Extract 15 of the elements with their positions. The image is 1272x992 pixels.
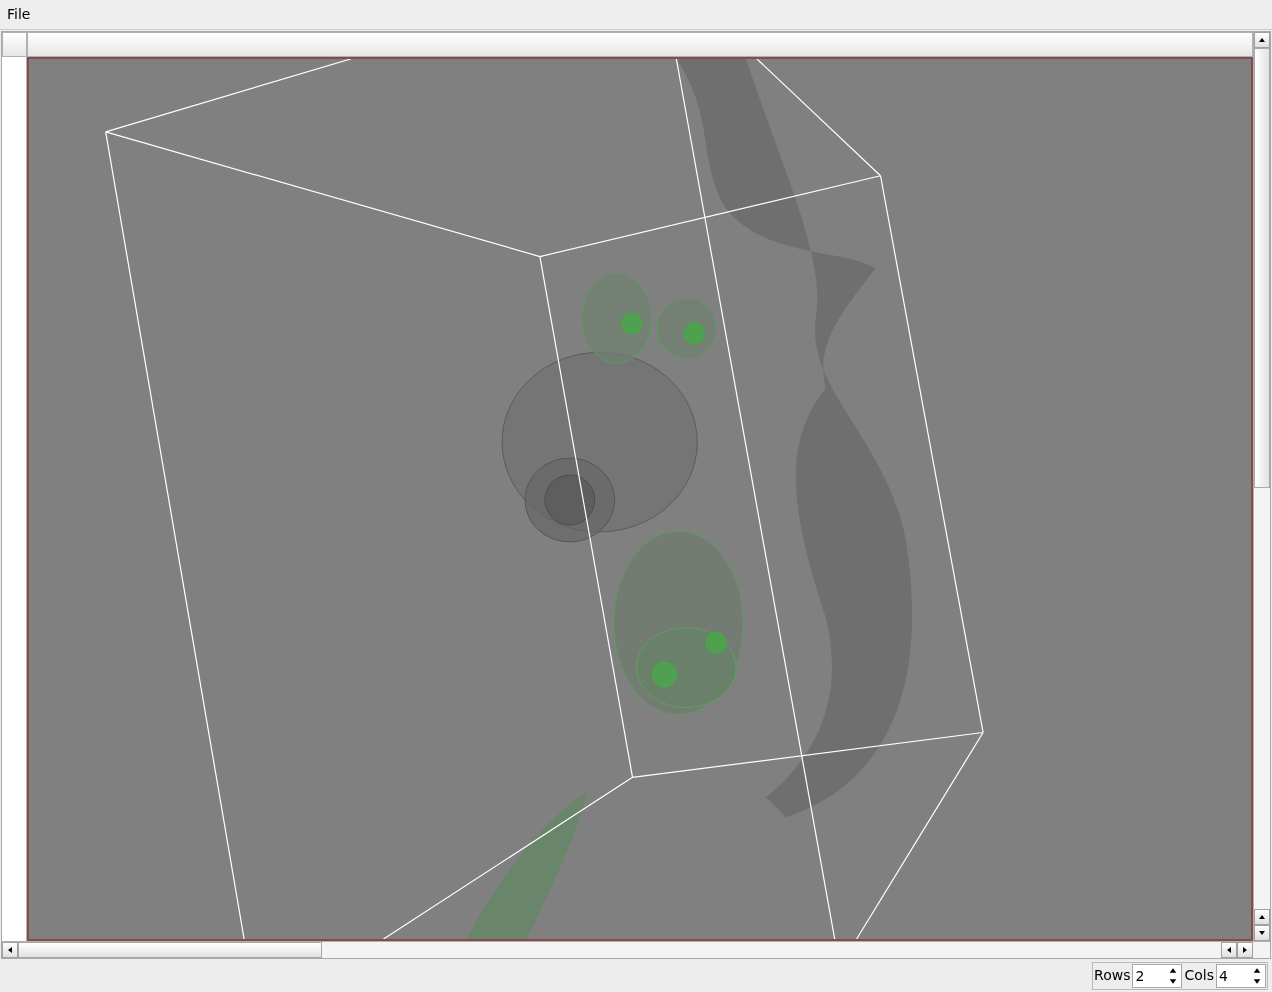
spinbox-label: Rows <box>1094 966 1131 985</box>
menu-item[interactable]: File <box>4 4 34 25</box>
scroll-left-button[interactable] <box>2 942 18 958</box>
vertical-scrollbar[interactable] <box>1253 32 1270 941</box>
scroll-up-button[interactable] <box>1254 909 1270 925</box>
spinbox-label: Cols <box>1184 966 1214 985</box>
scroll-left-button[interactable] <box>1221 942 1237 958</box>
scrollbar-thumb[interactable] <box>18 942 322 958</box>
horizontal-scrollbar[interactable] <box>2 941 1270 958</box>
spinbox-field[interactable]: 4 <box>1216 963 1266 988</box>
scrollbar-thumb[interactable] <box>1254 48 1270 488</box>
spinbox-field[interactable]: 2 <box>1132 963 1183 988</box>
scroll-up-button[interactable] <box>1254 32 1270 48</box>
scroll-right-button[interactable] <box>1237 942 1253 958</box>
scroll-down-button[interactable] <box>1254 925 1270 941</box>
